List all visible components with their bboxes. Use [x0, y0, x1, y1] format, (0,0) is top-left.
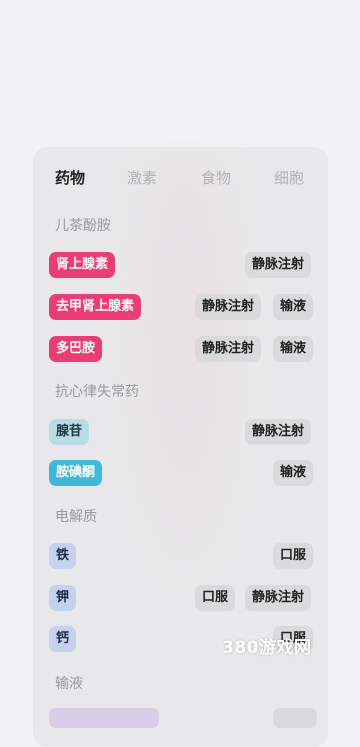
- route-chip-iv[interactable]: 静脉注射: [245, 252, 312, 278]
- category-tabs: 药物 激素 食物 细胞: [33, 162, 328, 194]
- drug-row: 肾上腺素 静脉注射: [0, 252, 360, 284]
- drug-row: 去甲肾上腺素 静脉注射 输液: [0, 294, 360, 326]
- tab-cells[interactable]: 细胞: [274, 162, 304, 194]
- route-chip-iv[interactable]: 静脉注射: [195, 294, 262, 320]
- route-chip-oral[interactable]: 口服: [195, 585, 236, 611]
- section-header-antiarrhythmics: 抗心律失常药: [55, 384, 139, 400]
- watermark: 380游戏网: [222, 638, 312, 658]
- drug-chip-partial[interactable]: [49, 708, 159, 728]
- drug-chip-adenosine[interactable]: 腺苷: [49, 419, 90, 445]
- drug-row: 多巴胺 静脉注射 输液: [0, 336, 360, 368]
- tab-hormones[interactable]: 激素: [127, 162, 157, 194]
- drug-row: 铁 口服: [0, 543, 360, 575]
- drug-chip-calcium[interactable]: 钙: [49, 626, 77, 652]
- drug-chip-iron[interactable]: 铁: [49, 543, 77, 569]
- drug-chip-amiodarone[interactable]: 胺碘酮: [49, 460, 103, 486]
- tab-drugs[interactable]: 药物: [55, 162, 85, 194]
- route-chip-infusion[interactable]: 输液: [273, 294, 314, 320]
- section-header-catecholamines: 儿茶酚胺: [55, 218, 111, 234]
- route-chip-partial[interactable]: [273, 708, 317, 728]
- section-header-infusion: 输液: [55, 676, 83, 692]
- route-chip-infusion[interactable]: 输液: [273, 460, 314, 486]
- drug-chip-dopamine[interactable]: 多巴胺: [49, 336, 103, 362]
- section-header-electrolytes: 电解质: [55, 509, 97, 525]
- drug-chip-potassium[interactable]: 钾: [49, 585, 77, 611]
- route-chip-iv[interactable]: 静脉注射: [195, 336, 262, 362]
- route-chip-iv[interactable]: 静脉注射: [245, 419, 312, 445]
- route-chip-oral[interactable]: 口服: [273, 543, 314, 569]
- drug-row: 腺苷 静脉注射: [0, 419, 360, 451]
- route-chip-iv[interactable]: 静脉注射: [245, 585, 312, 611]
- drug-row: 钾 口服 静脉注射: [0, 585, 360, 617]
- drug-chip-epinephrine[interactable]: 肾上腺素: [49, 252, 116, 278]
- tab-food[interactable]: 食物: [201, 162, 231, 194]
- drug-chip-norepinephrine[interactable]: 去甲肾上腺素: [49, 294, 142, 320]
- drug-row-partial: [0, 708, 360, 740]
- drug-row: 胺碘酮 输液: [0, 460, 360, 492]
- route-chip-infusion[interactable]: 输液: [273, 336, 314, 362]
